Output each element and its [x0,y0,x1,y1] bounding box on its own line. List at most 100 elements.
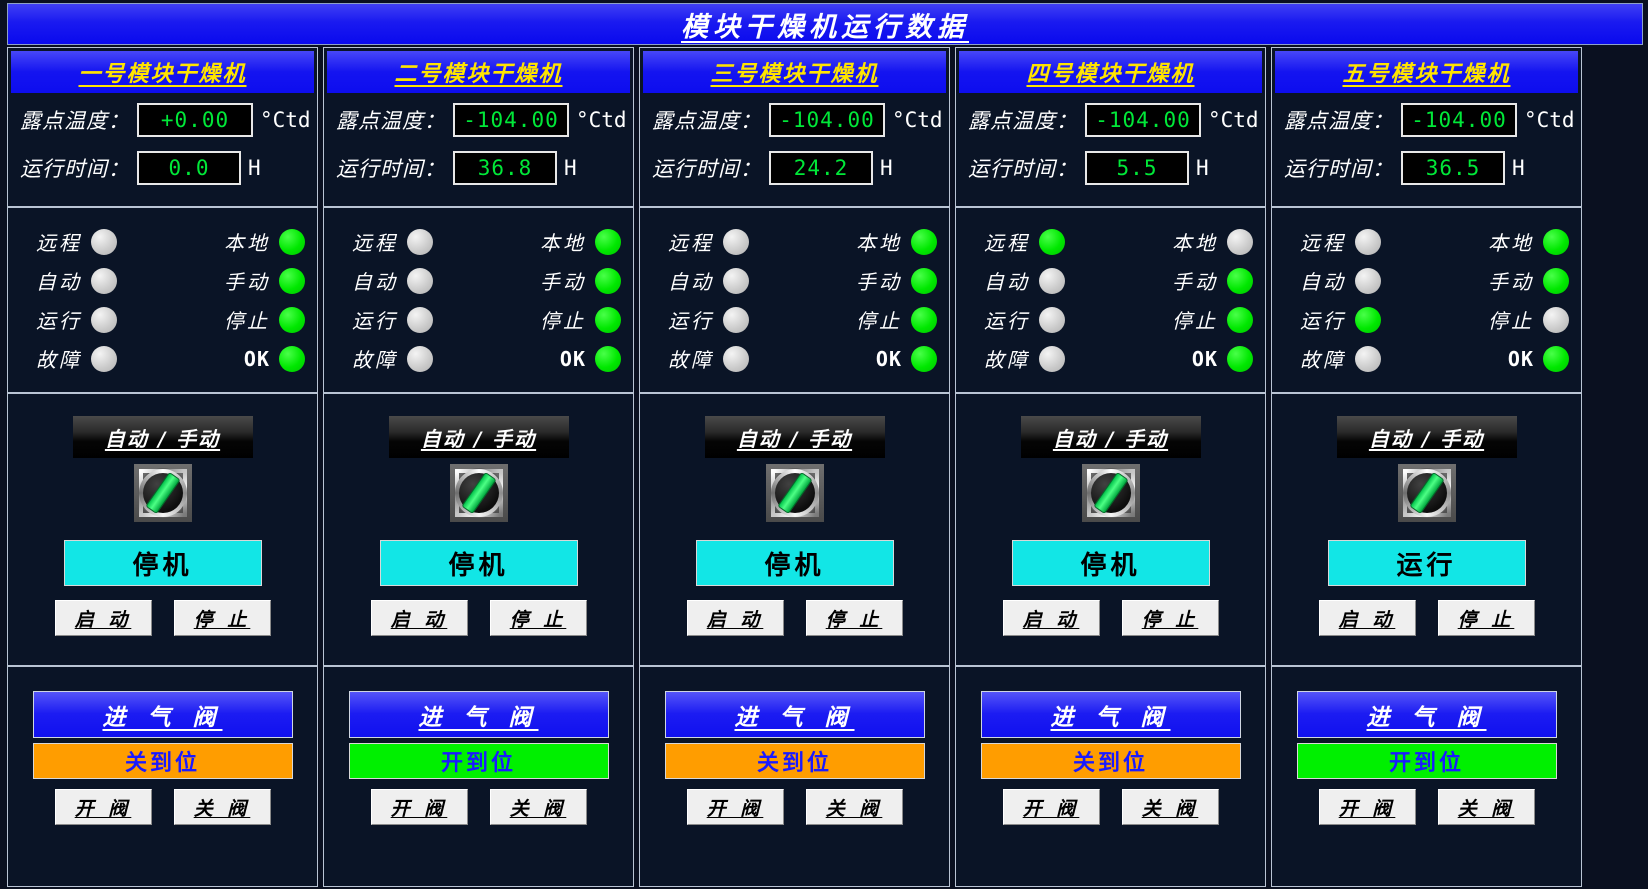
selector-switch[interactable] [765,464,824,522]
valve-close-button[interactable]: 关 阀 [805,789,903,825]
led-ok-icon [1543,345,1569,372]
dewpoint-unit: °Ctd [892,108,943,132]
rotary-knob-icon[interactable] [1086,469,1135,517]
dewpoint-value: -104.00 [1411,108,1507,132]
dewpoint-label: 露点温度： [20,109,130,133]
dewpoint-row: 露点温度： +0.00 °Ctd [8,96,317,144]
led-stopped-icon [1543,306,1569,333]
valve-open-button[interactable]: 开 阀 [1002,789,1100,825]
led-running-icon [1355,306,1381,333]
rotary-knob-icon[interactable] [138,469,187,517]
led-row-manual: 手动 [163,261,318,300]
valve-open-button[interactable]: 开 阀 [1318,789,1416,825]
start-button-label: 启 动 [390,608,448,631]
led-manual-icon [595,267,621,294]
led-label-running: 运行 [36,309,82,333]
runtime-value: 36.5 [1425,156,1481,180]
dryer-column-3: 三号模块干燥机 露点温度： -104.00 °Ctd 运行时间： 24.2 H … [639,47,950,887]
dewpoint-unit: °Ctd [576,108,627,132]
led-row-manual: 手动 [795,261,950,300]
stop-button-label: 停 止 [509,608,567,631]
valve-close-button[interactable]: 关 阀 [489,789,587,825]
led-row-remote: 远程 [8,222,163,261]
valve-open-label: 开 阀 [1022,797,1080,820]
dewpoint-label: 露点温度： [652,109,762,133]
runtime-label: 运行时间： [336,157,446,181]
led-label-stopped: 停止 [1488,309,1534,333]
rotary-knob-icon[interactable] [1402,469,1451,517]
start-button[interactable]: 启 动 [54,600,152,636]
run-status-text: 停机 [448,550,509,581]
valve-close-button[interactable]: 关 阀 [173,789,271,825]
stop-button[interactable]: 停 止 [1437,600,1535,636]
start-button[interactable]: 启 动 [1318,600,1416,636]
led-fault-icon [1355,345,1381,372]
runtime-display: 5.5 [1085,151,1189,185]
status-led-panel: 远程 自动 运行 故障 本地 手动 停止 OK [639,207,950,393]
start-button[interactable]: 启 动 [686,600,784,636]
dryer-name: 五号模块干燥机 [1342,61,1511,87]
led-row-stopped: 停止 [795,300,950,339]
selector-switch[interactable] [1397,464,1456,522]
valve-open-button[interactable]: 开 阀 [54,789,152,825]
start-stop-button-row: 启 动 停 止 [1318,600,1535,636]
auto-manual-label: 自动 / 手动 [736,426,853,451]
dewpoint-label: 露点温度： [968,109,1078,133]
rotary-knob-icon[interactable] [454,469,503,517]
start-button[interactable]: 启 动 [1002,600,1100,636]
dryer-header: 三号模块干燥机 [643,51,946,93]
led-auto-icon [91,267,117,294]
valve-close-label: 关 阀 [1457,797,1515,820]
led-row-local: 本地 [163,222,318,261]
runtime-label: 运行时间： [652,157,762,181]
runtime-unit: H [1512,156,1525,180]
led-row-ok: OK [163,339,318,378]
stop-button[interactable]: 停 止 [489,600,587,636]
led-label-fault: 故障 [36,348,82,372]
led-label-manual: 手动 [540,270,586,294]
valve-close-button[interactable]: 关 阀 [1437,789,1535,825]
led-label-remote: 远程 [352,231,398,255]
runtime-label: 运行时间： [1284,157,1394,181]
start-button[interactable]: 启 动 [370,600,468,636]
runtime-display: 36.8 [453,151,557,185]
led-stopped-icon [911,306,937,333]
valve-status-display: 开到位 [1296,743,1557,779]
valve-status-text: 开到位 [440,750,516,776]
led-label-running: 运行 [1300,309,1346,333]
valve-open-button[interactable]: 开 阀 [686,789,784,825]
start-button-label: 启 动 [74,608,132,631]
valve-status-display: 关到位 [664,743,925,779]
stop-button[interactable]: 停 止 [1121,600,1219,636]
stop-button[interactable]: 停 止 [173,600,271,636]
selector-switch[interactable] [449,464,508,522]
dewpoint-row: 露点温度： -104.00 °Ctd [1272,96,1581,144]
dryer-column-1: 一号模块干燥机 露点温度： +0.00 °Ctd 运行时间： 0.0 H 远程 [7,47,318,887]
stop-button[interactable]: 停 止 [805,600,903,636]
valve-open-button[interactable]: 开 阀 [370,789,468,825]
runtime-unit: H [248,156,261,180]
status-led-panel: 远程 自动 运行 故障 本地 手动 停止 OK [7,207,318,393]
led-row-stopped: 停止 [1111,300,1266,339]
led-row-manual: 手动 [1111,261,1266,300]
runtime-row: 运行时间： 36.8 H [324,144,633,192]
dewpoint-display: -104.00 [1401,103,1517,137]
valve-close-button[interactable]: 关 阀 [1121,789,1219,825]
auto-manual-label: 自动 / 手动 [420,426,537,451]
led-row-auto: 自动 [8,261,163,300]
start-button-label: 启 动 [1338,608,1396,631]
dryer-name: 四号模块干燥机 [1026,61,1195,87]
dryer-name: 二号模块干燥机 [394,61,563,87]
led-fault-icon [91,345,117,372]
led-manual-icon [1543,267,1569,294]
dewpoint-display: +0.00 [137,103,253,137]
rotary-knob-icon[interactable] [770,469,819,517]
run-status-display: 停机 [695,540,894,586]
auto-manual-nameplate: 自动 / 手动 [1336,416,1517,458]
led-label-local: 本地 [856,231,902,255]
selector-switch[interactable] [133,464,192,522]
valve-status-display: 关到位 [980,743,1241,779]
selector-switch[interactable] [1081,464,1140,522]
dewpoint-label: 露点温度： [1284,109,1394,133]
start-button-label: 启 动 [706,608,764,631]
